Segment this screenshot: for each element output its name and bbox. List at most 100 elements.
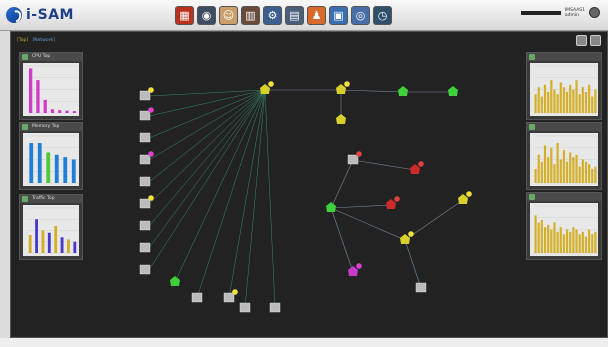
left-chart-panel[interactable]: Memory Top bbox=[19, 122, 83, 190]
network-node[interactable] bbox=[400, 231, 414, 244]
network-node[interactable] bbox=[348, 263, 362, 276]
bar bbox=[562, 150, 566, 183]
clock-icon[interactable]: ◷ bbox=[373, 6, 392, 25]
face-icon[interactable]: ☺ bbox=[219, 6, 238, 25]
device-node[interactable] bbox=[139, 151, 154, 165]
bar bbox=[534, 168, 537, 183]
bar bbox=[559, 82, 562, 113]
bar bbox=[575, 229, 578, 253]
topology-map[interactable] bbox=[123, 50, 523, 330]
user-server: IMSAAS1 bbox=[564, 7, 585, 13]
network-node[interactable] bbox=[410, 161, 424, 174]
server-icon[interactable]: ▥ bbox=[241, 6, 260, 25]
network-node[interactable] bbox=[269, 302, 281, 313]
user-box: IMSAAS1 admin bbox=[520, 7, 600, 18]
device-node[interactable] bbox=[139, 132, 151, 143]
storage-icon[interactable]: ▤ bbox=[285, 6, 304, 25]
bar bbox=[556, 94, 559, 113]
bar bbox=[71, 159, 76, 183]
router-icon bbox=[386, 199, 396, 209]
network-node[interactable] bbox=[260, 81, 274, 94]
bar bbox=[534, 94, 537, 113]
view-tool-icon[interactable] bbox=[590, 35, 601, 46]
link-line bbox=[330, 159, 354, 209]
settings-icon[interactable]: ⚙ bbox=[263, 6, 282, 25]
network-node[interactable] bbox=[415, 282, 427, 293]
network-node[interactable] bbox=[326, 202, 336, 212]
chart-icon bbox=[529, 194, 535, 200]
bar bbox=[556, 143, 559, 183]
link-line bbox=[352, 159, 416, 171]
view-tool-icon[interactable] bbox=[576, 35, 587, 46]
breadcrumb-path[interactable]: [Network] bbox=[33, 38, 55, 43]
chart-area bbox=[530, 133, 598, 186]
bar-chart bbox=[534, 65, 597, 114]
alert-badge bbox=[408, 231, 414, 237]
app-logo[interactable]: i-SAM bbox=[6, 5, 74, 25]
network-node[interactable] bbox=[191, 292, 203, 303]
chart-area bbox=[23, 133, 79, 186]
router-icon bbox=[400, 234, 410, 244]
link-line bbox=[228, 89, 266, 299]
logout-icon[interactable] bbox=[589, 7, 600, 18]
network-node[interactable] bbox=[458, 191, 472, 204]
bar bbox=[591, 234, 594, 253]
left-chart-panel[interactable]: CPU Top bbox=[19, 52, 83, 120]
router-icon bbox=[170, 276, 180, 286]
status-bar bbox=[520, 10, 561, 15]
device-node[interactable] bbox=[139, 87, 154, 101]
left-chart-panel[interactable]: Traffic Top bbox=[19, 194, 83, 260]
device-node[interactable] bbox=[139, 107, 154, 121]
logo-icon bbox=[6, 7, 22, 23]
bar bbox=[547, 91, 550, 113]
bar bbox=[550, 229, 553, 253]
device-node[interactable] bbox=[139, 176, 151, 187]
bar bbox=[47, 232, 51, 253]
network-node[interactable] bbox=[448, 86, 458, 96]
right-chart-panel[interactable] bbox=[526, 122, 602, 190]
network-node[interactable] bbox=[170, 276, 180, 286]
server-icon bbox=[139, 110, 151, 121]
bar bbox=[73, 241, 77, 253]
breadcrumb-top[interactable]: [Top] bbox=[17, 38, 28, 43]
network-node[interactable] bbox=[398, 86, 408, 96]
right-chart-panel[interactable] bbox=[526, 52, 602, 120]
panel-title bbox=[527, 193, 601, 201]
user-name: admin bbox=[564, 12, 579, 18]
monitor-icon[interactable]: ◉ bbox=[197, 6, 216, 25]
server-icon bbox=[139, 176, 151, 187]
bar bbox=[37, 143, 42, 183]
link-line bbox=[148, 89, 266, 183]
bar bbox=[28, 235, 32, 253]
link-line bbox=[148, 89, 266, 227]
network-node[interactable] bbox=[336, 114, 346, 124]
bar bbox=[537, 222, 540, 253]
link-line bbox=[330, 207, 354, 273]
network-node[interactable] bbox=[336, 81, 350, 94]
network-map-icon[interactable]: ▦ bbox=[175, 6, 194, 25]
network-node[interactable] bbox=[239, 302, 251, 313]
server-icon bbox=[139, 242, 151, 253]
router-icon bbox=[448, 86, 458, 96]
network-node[interactable] bbox=[347, 151, 362, 165]
bar bbox=[50, 109, 55, 113]
right-chart-panel[interactable] bbox=[526, 192, 602, 260]
alert-badge bbox=[268, 81, 274, 87]
network-node[interactable] bbox=[386, 196, 400, 209]
bar bbox=[572, 157, 575, 183]
bar bbox=[543, 227, 547, 253]
bar bbox=[540, 220, 543, 253]
device-node[interactable] bbox=[139, 220, 151, 231]
report-icon[interactable]: ▣ bbox=[329, 6, 348, 25]
chart-icon bbox=[529, 124, 535, 130]
bar bbox=[594, 166, 597, 183]
bar bbox=[36, 80, 40, 113]
device-node[interactable] bbox=[139, 264, 151, 275]
router-icon bbox=[336, 114, 346, 124]
bar bbox=[562, 87, 566, 113]
chart-area bbox=[530, 63, 598, 116]
network-node[interactable] bbox=[223, 289, 238, 303]
device-node[interactable] bbox=[139, 242, 151, 253]
globe-icon[interactable]: ◎ bbox=[351, 6, 370, 25]
user-icon[interactable]: ♟ bbox=[307, 6, 326, 25]
